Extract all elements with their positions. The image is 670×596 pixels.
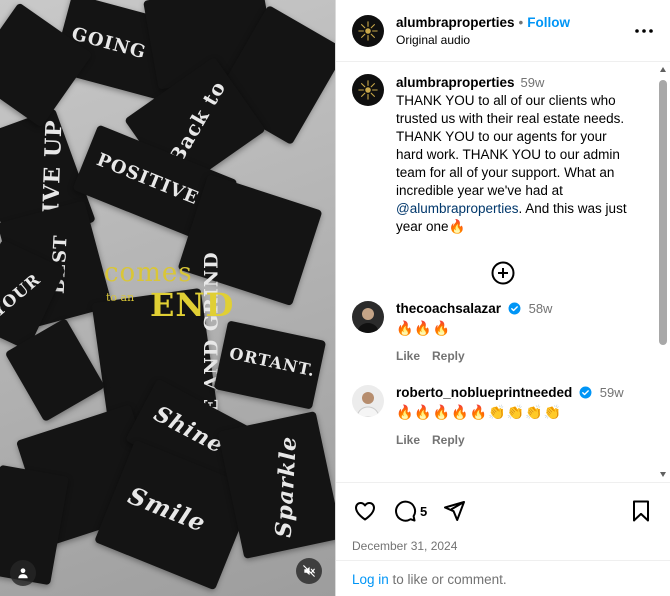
comment-text: 🔥🔥🔥🔥🔥👏👏👏👏 — [396, 404, 562, 420]
bookmark-icon — [633, 500, 649, 522]
like-button[interactable] — [352, 498, 378, 524]
mention-link[interactable]: @alumbraproperties — [396, 201, 519, 216]
tagged-user-button[interactable] — [10, 560, 36, 586]
overlay-line-end: END — [150, 286, 235, 324]
follow-button[interactable]: Follow — [527, 15, 570, 30]
comment-time: 58w — [528, 301, 553, 316]
user-icon — [18, 568, 28, 579]
overlay-line-comes: comes — [104, 258, 193, 288]
scrollbar-thumb[interactable] — [659, 80, 667, 345]
like-comment-button[interactable]: Like — [396, 349, 420, 363]
profile-photo-icon — [352, 385, 384, 417]
comment-item: roberto_noblueprintneeded 59w 🔥🔥🔥🔥🔥👏👏👏👏 … — [336, 385, 670, 447]
verified-badge-icon — [508, 302, 521, 315]
share-button[interactable] — [441, 498, 467, 524]
post-actions: 5 December 31, 2024 — [336, 482, 670, 553]
login-prompt: Log in to like or comment. — [336, 560, 670, 596]
comment-count: 5 — [420, 503, 428, 519]
more-options-button[interactable] — [632, 19, 656, 43]
scroll-up-arrow-icon[interactable] — [660, 67, 666, 72]
comment-button[interactable] — [392, 498, 418, 524]
reply-button[interactable]: Reply — [432, 349, 465, 363]
paper-plane-icon — [444, 501, 466, 521]
comment-username[interactable]: roberto_noblueprintneeded — [396, 385, 572, 400]
avatar[interactable] — [352, 14, 384, 47]
sun-logo-icon — [358, 80, 378, 100]
mute-button[interactable] — [296, 558, 322, 584]
post-header: alumbraproperties • Follow Original audio — [336, 0, 670, 62]
like-comment-button[interactable]: Like — [396, 433, 420, 447]
verified-badge-icon — [579, 386, 592, 399]
more-options-icon — [635, 28, 653, 33]
comment-username[interactable]: thecoachsalazar — [396, 301, 501, 316]
comment-item: thecoachsalazar 58w 🔥🔥🔥 Like Reply — [336, 301, 670, 363]
caption-text-body: THANK YOU to all of our clients who trus… — [396, 93, 625, 198]
comment-time: 59w — [599, 385, 624, 400]
comments-scroll-area[interactable]: alumbraproperties 59w THANK YOU to all of… — [336, 62, 670, 482]
avatar[interactable] — [352, 385, 384, 417]
caption-username[interactable]: alumbraproperties — [396, 75, 515, 90]
reply-button[interactable]: Reply — [432, 433, 465, 447]
header-username[interactable]: alumbraproperties — [396, 15, 515, 30]
comment-text: 🔥🔥🔥 — [396, 320, 452, 336]
separator-dot: • — [518, 14, 524, 30]
load-more-comments-icon[interactable] — [491, 261, 515, 285]
login-link[interactable]: Log in — [352, 572, 389, 587]
avatar[interactable] — [352, 301, 384, 333]
caption-text: THANK YOU to all of our clients who trus… — [396, 92, 636, 236]
video-text-overlay: comes to an END — [104, 258, 234, 328]
sticker: ORTANT. — [213, 320, 327, 410]
muted-speaker-icon — [303, 565, 315, 577]
post-media[interactable]: GIVE UP GOING Back to POSITIVE BEST YOUR… — [0, 0, 335, 596]
audio-label[interactable]: Original audio — [396, 33, 632, 47]
profile-photo-icon — [352, 301, 384, 333]
caption-time: 59w — [520, 75, 545, 90]
login-prompt-text: to like or comment. — [388, 572, 507, 587]
sun-logo-icon — [358, 20, 378, 41]
overlay-line-to-an: to an — [106, 291, 135, 304]
post-date[interactable]: December 31, 2024 — [352, 539, 654, 553]
avatar[interactable] — [352, 74, 384, 106]
scrollbar[interactable] — [658, 62, 668, 482]
comment-bubble-icon — [395, 500, 417, 522]
heart-icon — [355, 502, 375, 521]
save-button[interactable] — [628, 498, 654, 524]
caption: alumbraproperties 59w THANK YOU to all of… — [336, 62, 670, 236]
post-side-panel: alumbraproperties • Follow Original audio — [335, 0, 670, 596]
scroll-down-arrow-icon[interactable] — [660, 472, 666, 477]
